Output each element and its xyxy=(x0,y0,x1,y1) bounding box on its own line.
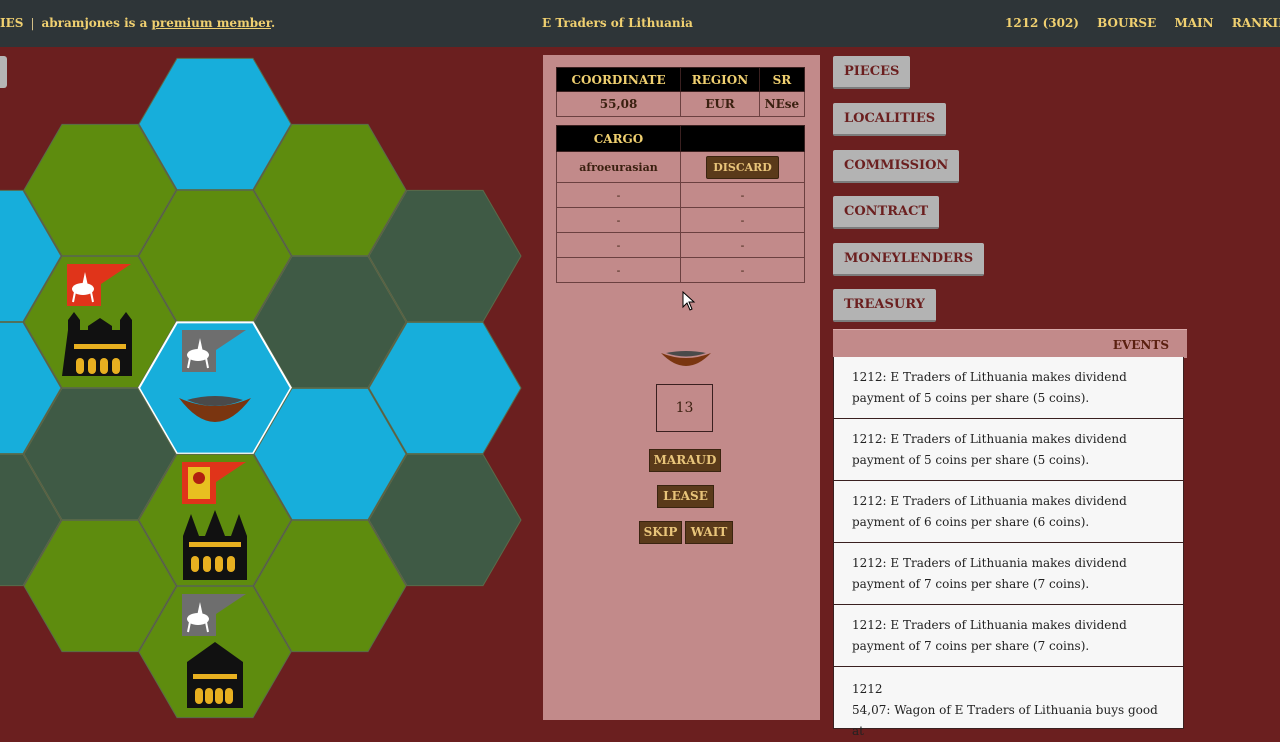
top-nav: 1212 (302) BOURSE MAIN RANKING LO xyxy=(1005,16,1280,30)
coordinate-header: COORDINATE xyxy=(555,67,682,92)
cargo-item: - xyxy=(556,257,681,283)
skip-button[interactable]: SKIP xyxy=(639,521,682,544)
cargo-action-cell: - xyxy=(680,232,805,258)
list-item: 1212: E Traders of Lithuania makes divid… xyxy=(833,481,1184,543)
cargo-action-cell: - xyxy=(680,257,805,283)
region-value: EUR xyxy=(680,91,760,117)
cargo-action-cell: - xyxy=(680,207,805,233)
list-item: 1212: E Traders of Lithuania makes divid… xyxy=(833,419,1184,481)
separator: | xyxy=(30,16,35,30)
event-text: 1212: E Traders of Lithuania makes divid… xyxy=(852,555,1127,591)
discard-button[interactable]: DISCARD xyxy=(706,155,779,179)
list-item: 1212: E Traders of Lithuania makes divid… xyxy=(833,543,1184,605)
table-row: - - xyxy=(556,232,805,258)
cargo-action-cell: - xyxy=(680,182,805,208)
event-text: 1212: E Traders of Lithuania makes divid… xyxy=(852,493,1127,529)
sr-header: SR xyxy=(758,67,806,92)
cargo-action-header xyxy=(680,125,805,152)
nav-bourse[interactable]: BOURSE xyxy=(1097,16,1156,30)
table-row: afroeurasian DISCARD xyxy=(556,151,805,183)
table-row: - - xyxy=(556,207,805,233)
location-table: COORDINATE REGION SR 55,08 EUR NEse xyxy=(555,67,806,117)
event-text: 1212: E Traders of Lithuania makes divid… xyxy=(852,617,1127,653)
cargo-item: - xyxy=(556,182,681,208)
nav-year-turn[interactable]: 1212 (302) xyxy=(1005,16,1079,30)
maraud-button[interactable]: MARAUD xyxy=(649,449,721,472)
list-item: 1212: E Traders of Lithuania makes divid… xyxy=(833,605,1184,667)
wait-button[interactable]: WAIT xyxy=(685,521,733,544)
nav-truncated-link[interactable]: IES xyxy=(0,16,23,30)
list-item: 1212: E Traders of Lithuania makes divid… xyxy=(833,357,1184,419)
piece-panel: COORDINATE REGION SR 55,08 EUR NEse CARG… xyxy=(543,55,820,720)
events-list: 1212: E Traders of Lithuania makes divid… xyxy=(833,357,1184,738)
lease-button[interactable]: LEASE xyxy=(657,485,714,508)
nav-main[interactable]: MAIN xyxy=(1174,16,1213,30)
company-title: E Traders of Lithuania xyxy=(542,16,693,30)
table-row: - - xyxy=(556,257,805,283)
table-row: - - xyxy=(556,182,805,208)
cargo-item: - xyxy=(556,232,681,258)
pieces-button[interactable]: PIECES xyxy=(833,56,911,89)
member-text: abramjones is a xyxy=(41,16,152,30)
sr-value: NEse xyxy=(758,91,806,117)
nav-ranking[interactable]: RANKING xyxy=(1232,16,1280,30)
castle-towers-icon xyxy=(62,312,132,376)
hex-map[interactable] xyxy=(0,47,540,720)
events-header: EVENTS xyxy=(833,329,1187,358)
event-text-line2: 54,07: Wagon of E Traders of Lithuania b… xyxy=(852,703,1158,738)
moneylenders-button[interactable]: MONEYLENDERS xyxy=(833,243,985,276)
membership-info: IES | abramjones is a premium member. xyxy=(0,16,275,30)
region-header: REGION xyxy=(680,67,760,92)
mouse-cursor-icon xyxy=(682,291,696,311)
localities-button[interactable]: LOCALITIES xyxy=(833,103,947,136)
cargo-action-cell: DISCARD xyxy=(680,151,805,183)
cargo-item: - xyxy=(556,207,681,233)
treasury-button[interactable]: TREASURY xyxy=(833,289,936,322)
cargo-item: afroeurasian xyxy=(556,151,681,183)
event-text: 1212 xyxy=(852,682,883,696)
member-suffix: . xyxy=(271,16,276,30)
contract-button[interactable]: CONTRACT xyxy=(833,196,940,229)
commission-button[interactable]: COMMISSION xyxy=(833,150,960,183)
castle-domes-icon xyxy=(183,510,247,580)
vessel-count: 13 xyxy=(656,384,713,432)
top-bar: IES | abramjones is a premium member. E Tr… xyxy=(0,0,1280,47)
coordinate-value: 55,08 xyxy=(555,91,682,117)
boat-icon xyxy=(661,351,711,366)
event-text: 1212: E Traders of Lithuania makes divid… xyxy=(852,431,1127,467)
event-text: 1212: E Traders of Lithuania makes divid… xyxy=(852,369,1127,405)
cargo-header: CARGO xyxy=(556,125,681,152)
premium-member-link[interactable]: premium member xyxy=(152,16,271,30)
events-title: EVENTS xyxy=(1112,338,1169,352)
cargo-table: CARGO afroeurasian DISCARD - - - - - - -… xyxy=(556,125,805,283)
